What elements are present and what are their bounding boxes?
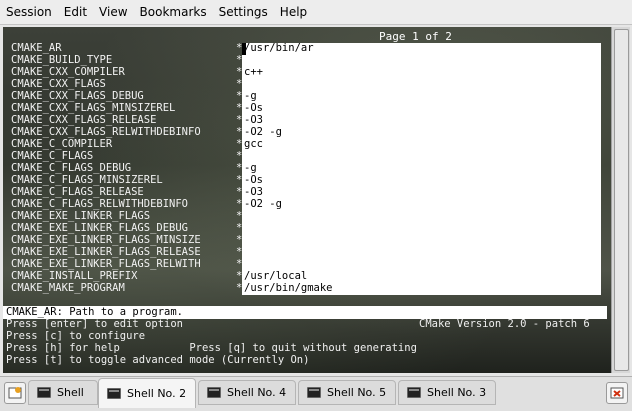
help-line-toggle: Press [t] to toggle advanced mode (Curre… (6, 354, 310, 366)
advanced-marker: * (236, 54, 243, 66)
menu-help[interactable]: Help (274, 0, 313, 24)
status-text: CMAKE_AR: Path to a program. (6, 306, 184, 318)
menu-session[interactable]: Session (0, 0, 58, 24)
variable-value[interactable]: c++ (244, 66, 263, 78)
terminal-icon (207, 387, 221, 398)
variable-name: CMAKE_CXX_FLAGS_DEBUG (11, 90, 144, 102)
advanced-marker: * (236, 138, 243, 150)
advanced-marker: * (236, 270, 243, 282)
advanced-marker: * (236, 78, 243, 90)
variable-name: CMAKE_EXE_LINKER_FLAGS_RELWITH (11, 258, 201, 270)
variable-name: CMAKE_EXE_LINKER_FLAGS_MINSIZE (11, 234, 201, 246)
advanced-marker: * (236, 162, 243, 174)
variable-value[interactable]: -O3 (244, 114, 263, 126)
tab-label: Shell No. 2 (127, 387, 187, 400)
help-line-help-quit: Press [h] for help Press [q] to quit wit… (6, 342, 417, 354)
close-tab-icon (610, 387, 624, 399)
advanced-marker: * (236, 234, 243, 246)
variable-value[interactable]: -Os (244, 174, 263, 186)
advanced-marker: * (236, 186, 243, 198)
advanced-marker: * (236, 150, 243, 162)
advanced-marker: * (236, 210, 243, 222)
menu-view[interactable]: View (93, 0, 133, 24)
terminal-icon (107, 388, 121, 399)
tab-shell-no-5[interactable]: Shell No. 5 (298, 380, 396, 405)
variable-name: CMAKE_CXX_FLAGS_RELWITHDEBINFO (11, 126, 201, 138)
variable-name: CMAKE_INSTALL_PREFIX (11, 270, 138, 282)
advanced-marker: * (236, 246, 243, 258)
value-panel (242, 43, 601, 295)
terminal-icon (307, 387, 321, 398)
advanced-marker: * (236, 90, 243, 102)
variable-value[interactable]: gcc (244, 138, 263, 150)
new-tab-button[interactable] (4, 382, 26, 404)
help-line-configure: Press [c] to configure (6, 330, 146, 342)
menu-settings[interactable]: Settings (213, 0, 274, 24)
page-indicator: Page 1 of 2 (379, 30, 452, 43)
menu-edit[interactable]: Edit (58, 0, 93, 24)
tab-bar: Shell Shell No. 2 Shell No. 4 Shell No. … (0, 376, 632, 411)
variable-value[interactable]: /usr/bin/ar (244, 42, 314, 54)
advanced-marker: * (236, 126, 243, 138)
advanced-marker: * (236, 174, 243, 186)
variable-value[interactable]: /usr/local (244, 270, 307, 282)
advanced-marker: * (236, 102, 243, 114)
tab-shell-no-2[interactable]: Shell No. 2 (98, 378, 196, 408)
variable-value[interactable]: -g (244, 162, 257, 174)
tab-shell-no-4[interactable]: Shell No. 4 (198, 380, 296, 405)
terminal-icon (407, 387, 421, 398)
tab-shell[interactable]: Shell (28, 380, 98, 405)
advanced-marker: * (236, 258, 243, 270)
text-cursor (242, 43, 246, 55)
help-line-edit: Press [enter] to edit option (6, 318, 184, 330)
advanced-marker: * (236, 282, 243, 294)
variable-name: CMAKE_C_FLAGS_DEBUG (11, 162, 132, 174)
tab-label: Shell No. 3 (427, 386, 487, 399)
tab-label: Shell No. 4 (227, 386, 287, 399)
advanced-marker: * (236, 114, 243, 126)
variable-name: CMAKE_CXX_FLAGS_MINSIZEREL (11, 102, 176, 114)
variable-value[interactable]: -O2 -g (244, 126, 282, 138)
tab-label: Shell No. 5 (327, 386, 387, 399)
menubar: Session Edit View Bookmarks Settings Hel… (0, 0, 632, 25)
variable-name: CMAKE_AR (11, 42, 62, 54)
advanced-marker: * (236, 198, 243, 210)
advanced-marker: * (236, 66, 243, 78)
terminal-area[interactable]: Page 1 of 2 CMAKE_AR */usr/bin/ar CMAKE_BU… (3, 27, 629, 373)
close-tab-button[interactable] (606, 382, 628, 404)
variable-name: CMAKE_CXX_FLAGS (11, 78, 106, 90)
variable-value[interactable]: -O2 -g (244, 198, 282, 210)
variable-value[interactable]: /usr/bin/gmake (244, 282, 333, 294)
variable-name: CMAKE_EXE_LINKER_FLAGS_DEBUG (11, 222, 189, 234)
advanced-marker: * (236, 222, 243, 234)
variable-name: CMAKE_MAKE_PROGRAM (11, 282, 125, 294)
variable-name: CMAKE_EXE_LINKER_FLAGS_RELEASE (11, 246, 201, 258)
variable-name: CMAKE_C_FLAGS_RELWITHDEBINFO (11, 198, 189, 210)
variable-name: CMAKE_C_COMPILER (11, 138, 113, 150)
variable-name: CMAKE_CXX_FLAGS_RELEASE (11, 114, 157, 126)
variable-name: CMAKE_BUILD_TYPE (11, 54, 113, 66)
terminal-scrollbar[interactable] (611, 27, 630, 373)
cmake-version: CMake Version 2.0 - patch 6 (419, 318, 590, 330)
variable-name: CMAKE_CXX_COMPILER (11, 66, 125, 78)
variable-name: CMAKE_EXE_LINKER_FLAGS (11, 210, 151, 222)
variable-name: CMAKE_C_FLAGS (11, 150, 94, 162)
tab-shell-no-3[interactable]: Shell No. 3 (398, 380, 496, 405)
scrollbar-thumb[interactable] (614, 29, 629, 371)
variable-name: CMAKE_C_FLAGS_MINSIZEREL (11, 174, 163, 186)
terminal-icon (37, 387, 51, 398)
variable-value[interactable]: -g (244, 90, 257, 102)
tab-label: Shell (57, 386, 84, 399)
new-tab-icon (8, 387, 22, 399)
variable-value[interactable]: -Os (244, 102, 263, 114)
menu-bookmarks[interactable]: Bookmarks (134, 0, 213, 24)
variable-value[interactable]: -O3 (244, 186, 263, 198)
variable-name: CMAKE_C_FLAGS_RELEASE (11, 186, 144, 198)
